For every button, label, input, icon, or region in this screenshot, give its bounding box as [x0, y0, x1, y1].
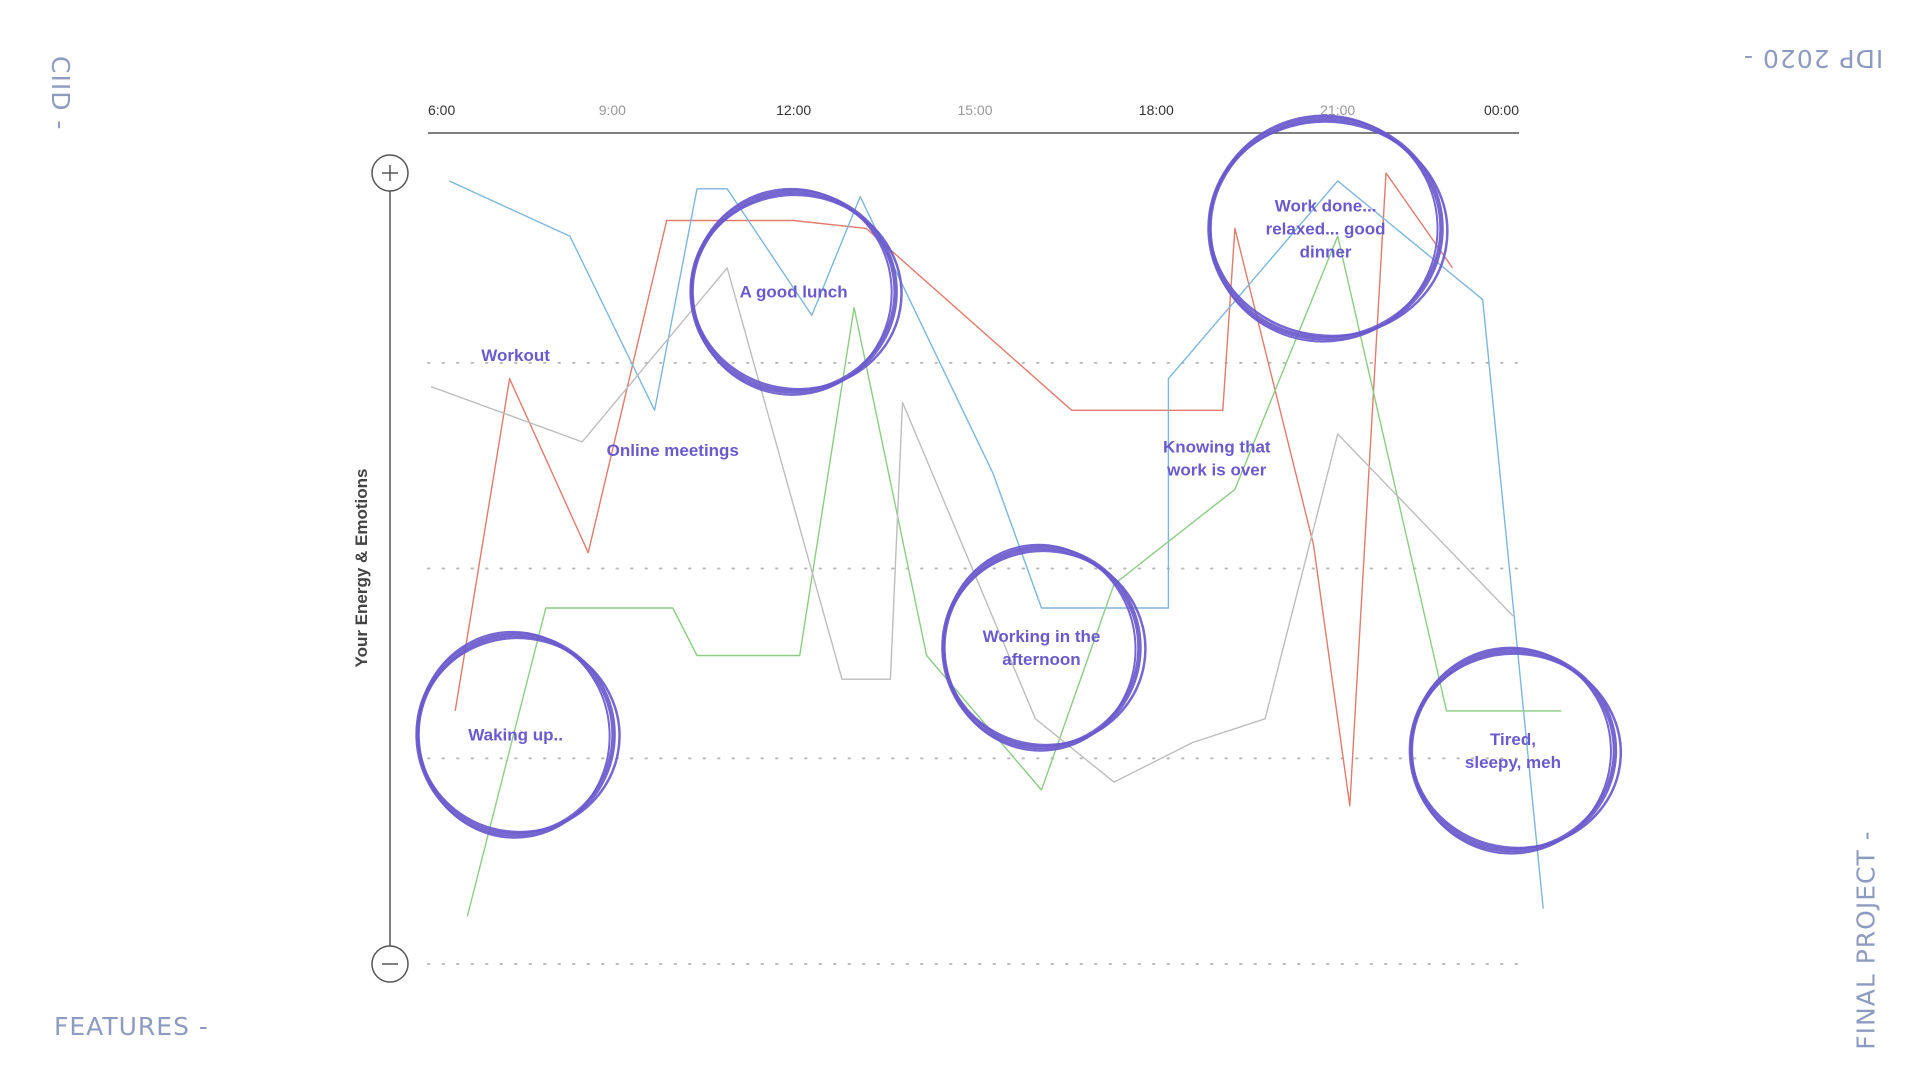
annotation-label: sleepy, meh [1465, 753, 1561, 772]
series-lines [430, 172, 1562, 917]
y-axis-label: Your Energy & Emotions [352, 469, 371, 668]
annotation-label: Workout [481, 346, 550, 365]
annotation-circle [1408, 646, 1623, 855]
annotation-label: relaxed... good [1266, 219, 1386, 238]
minus-icon [371, 945, 409, 983]
annotation-label: Working in the [983, 627, 1101, 646]
series-line-0 [454, 172, 1454, 807]
x-tick-label: 00:00 [1484, 102, 1519, 118]
annotation-label: dinner [1300, 242, 1352, 261]
annotations: Waking up.. Workout Online meetings A good … [415, 114, 1623, 855]
annotation-label: Knowing that [1163, 437, 1271, 456]
x-tick-label: 18:00 [1139, 102, 1174, 118]
annotation-label: Work done... [1275, 196, 1377, 215]
plus-icon [371, 154, 409, 192]
x-tick-label: 9:00 [599, 102, 626, 118]
energy-emotions-chart: 6:00 9:00 12:00 15:00 18:00 21:00 00:00Your En… [352, 102, 1623, 983]
x-tick-label: 15:00 [957, 102, 992, 118]
series-line-3 [430, 267, 1514, 783]
annotation-label: Waking up.. [468, 726, 563, 745]
series-line-2 [466, 235, 1562, 917]
annotation-label: work is over [1166, 460, 1267, 479]
x-tick-label: 6:00 [428, 102, 455, 118]
annotation-label: Tired, [1490, 730, 1536, 749]
annotation-label: A good lunch [740, 283, 848, 302]
x-tick-label: 12:00 [776, 102, 811, 118]
annotation-label: afternoon [1002, 650, 1080, 669]
annotation-label: Online meetings [607, 441, 739, 460]
